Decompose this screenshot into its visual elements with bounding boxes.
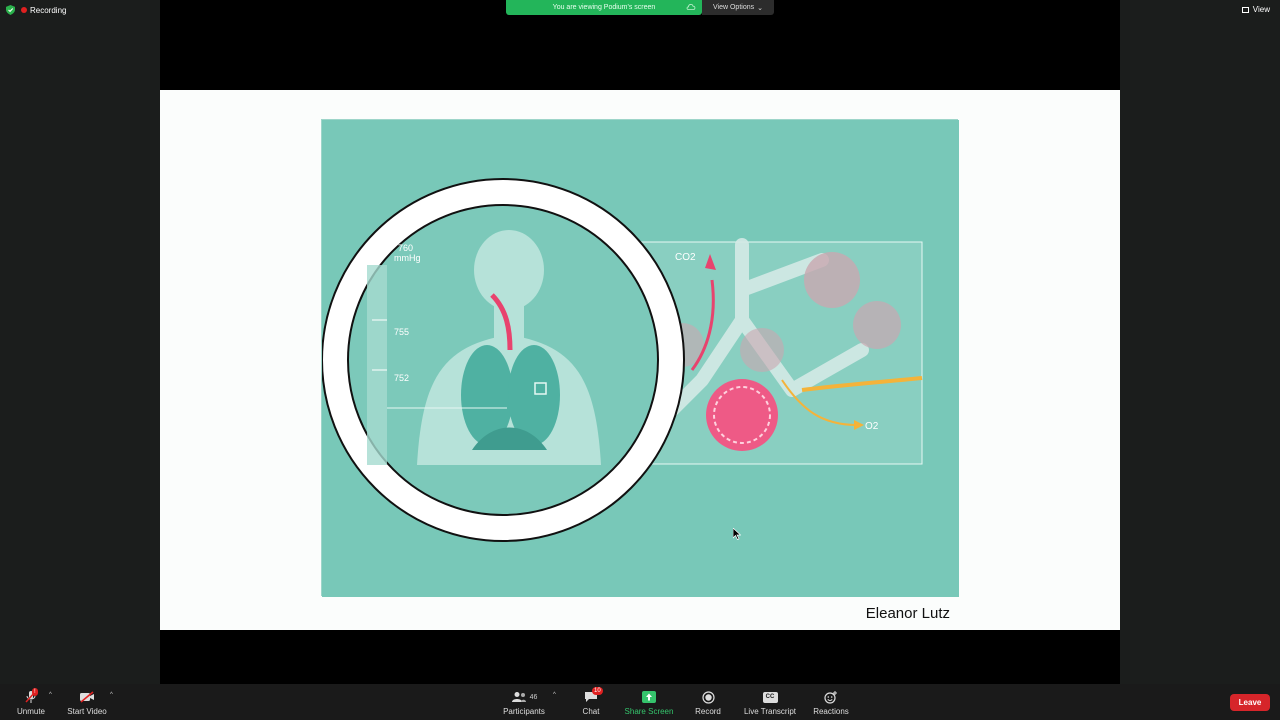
pressure-752-label: 752 (394, 373, 409, 383)
recording-label: Recording (30, 5, 67, 15)
unmute-button[interactable]: ! Unmute (12, 684, 50, 720)
recording-indicator[interactable]: Recording (21, 6, 66, 15)
record-label: Record (695, 707, 721, 716)
alveolus (740, 328, 784, 372)
live-transcript-label: Live Transcript (743, 707, 797, 716)
start-video-label: Start Video (67, 707, 107, 716)
right-panel (1120, 0, 1280, 720)
participants-caret-icon[interactable]: ^ (553, 692, 556, 698)
start-video-button[interactable]: Start Video (62, 684, 112, 720)
head (474, 230, 544, 310)
presentation-slide: CO2 O2 760 mmHg 755 752 Eleanor Lutz (160, 90, 1120, 630)
alveolus-highlight (706, 379, 778, 451)
leave-button[interactable]: Leave (1230, 694, 1270, 711)
shield-icon[interactable] (6, 5, 15, 15)
slide-credit: Eleanor Lutz (865, 605, 950, 622)
share-banner: You are viewing Podium's screen (506, 0, 702, 15)
closed-captions-icon: CC (762, 691, 778, 703)
alveolus (853, 301, 901, 349)
pressure-scale (367, 265, 387, 465)
pressure-top-label: 760 (398, 243, 413, 253)
participants-icon (511, 692, 526, 702)
recording-dot-icon (21, 7, 27, 13)
pressure-755-label: 755 (394, 327, 409, 337)
cloud-icon (686, 4, 696, 10)
illustration-svg: CO2 O2 760 mmHg 755 752 (321, 120, 959, 597)
view-button[interactable]: View (1241, 5, 1270, 14)
mouse-cursor-icon (733, 528, 741, 540)
unmute-label: Unmute (16, 707, 45, 716)
share-screen-button[interactable]: Share Screen (620, 684, 678, 720)
participants-label: Participants (503, 707, 545, 716)
reactions-icon (824, 690, 837, 704)
chat-button[interactable]: 10 Chat (574, 684, 608, 720)
reactions-label: Reactions (813, 707, 849, 716)
respiration-illustration: CO2 O2 760 mmHg 755 752 (321, 119, 959, 597)
share-banner-text: You are viewing Podium's screen (552, 4, 656, 11)
record-button[interactable]: Record (690, 684, 726, 720)
view-label: View (1252, 5, 1270, 14)
chevron-down-icon: ⌄ (757, 4, 763, 12)
participants-button[interactable]: 46 Participants (498, 684, 550, 720)
unmute-alert-badge: ! (32, 688, 38, 696)
pressure-unit-label: mmHg (394, 253, 421, 263)
audio-options-caret-icon[interactable]: ^ (49, 692, 52, 698)
co2-label: CO2 (675, 252, 696, 263)
view-options-label: View Options (713, 4, 755, 11)
video-off-icon (80, 691, 94, 703)
live-transcript-button[interactable]: CC Live Transcript (738, 684, 802, 720)
chat-unread-badge: 10 (592, 687, 603, 695)
view-options-button[interactable]: View Options ⌄ (702, 0, 774, 15)
record-icon (701, 690, 715, 704)
meeting-toolbar: ! Unmute ^ Start Video ^ 46 Participants… (0, 684, 1280, 720)
o2-label: O2 (865, 421, 879, 432)
participants-count: 46 (529, 693, 538, 701)
grid-view-icon (1241, 6, 1249, 13)
recording-status: Recording (6, 5, 66, 15)
video-options-caret-icon[interactable]: ^ (110, 692, 113, 698)
left-panel (0, 0, 160, 720)
alveolus (804, 252, 860, 308)
reactions-button[interactable]: Reactions (810, 684, 852, 720)
chat-label: Chat (582, 707, 600, 716)
share-screen-icon (642, 691, 656, 703)
share-screen-label: Share Screen (624, 707, 674, 716)
